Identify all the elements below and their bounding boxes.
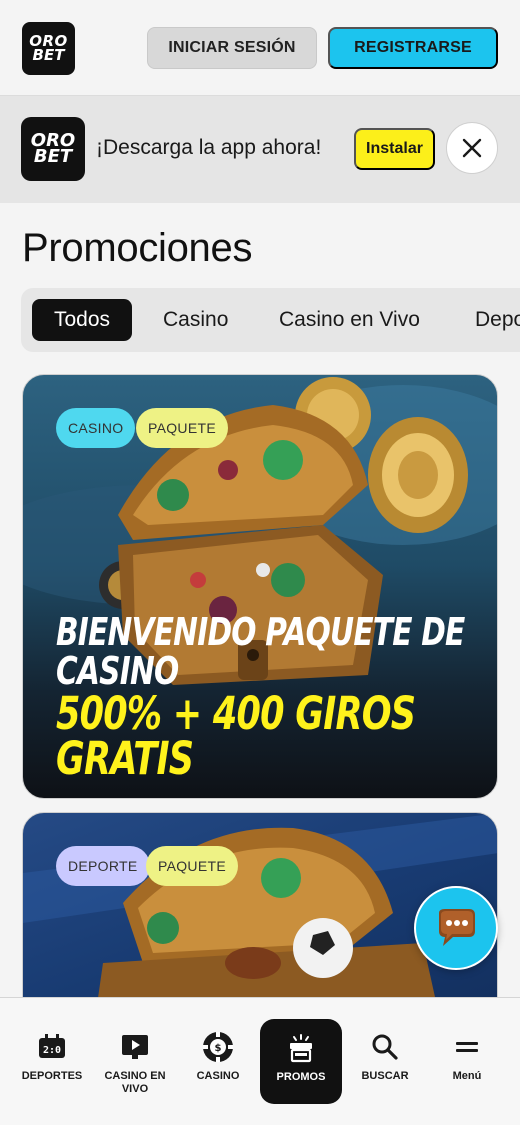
close-icon xyxy=(462,138,482,158)
promo-title: BIENVENIDO PAQUETE DE CASINO 500% + 400 … xyxy=(56,613,465,782)
login-button[interactable]: INICIAR SESIÓN xyxy=(147,27,317,69)
nav-label-menu: Menú xyxy=(452,1070,482,1082)
scoreboard-icon: 2:0 xyxy=(39,1034,65,1058)
svg-text:2:0: 2:0 xyxy=(43,1045,61,1056)
casino-chip-icon: $ xyxy=(203,1032,233,1062)
gift-icon xyxy=(290,1034,312,1063)
app-banner-text: ¡Descarga la app ahora! xyxy=(96,136,322,159)
top-header: ORO BET INICIAR SESIÓN REGISTRARSE xyxy=(0,0,520,96)
page: ORO BET INICIAR SESIÓN REGISTRARSE ORO B… xyxy=(0,0,520,1125)
install-button[interactable]: Instalar xyxy=(354,128,435,170)
promo-card-casino[interactable]: CASINO PAQUETE BIENVENIDO PAQUETE DE CAS… xyxy=(22,374,498,799)
promo-title-line2: CASINO xyxy=(56,648,179,693)
nav-casino-en-vivo[interactable]: CASINO EN VIVO xyxy=(92,998,178,1125)
tag-casino: CASINO xyxy=(56,408,136,448)
promo-offer-line2: GRATIS xyxy=(56,732,194,786)
promo-filter-tabs: Todos Casino Casino en Vivo Deportes xyxy=(21,288,520,352)
nav-promos[interactable]: PROMOS xyxy=(260,1019,342,1104)
app-logo: ORO BET xyxy=(21,117,85,181)
live-chat-button[interactable] xyxy=(414,886,498,970)
bottom-navigation: 2:0 DEPORTES CASINO EN VIVO $ CASINO PRO… xyxy=(0,997,520,1125)
search-icon xyxy=(372,1034,398,1060)
filter-tab-deportes[interactable]: Deportes xyxy=(475,299,520,341)
live-play-icon xyxy=(122,1035,148,1059)
promo-offer-line1: 500% + 400 GIROS xyxy=(56,686,416,740)
orobet-logo[interactable]: ORO BET xyxy=(22,22,75,75)
filter-tab-todos[interactable]: Todos xyxy=(32,299,133,341)
nav-casino[interactable]: $ CASINO xyxy=(175,998,261,1125)
nav-label-buscar: BUSCAR xyxy=(361,1070,409,1082)
tag-deporte: DEPORTE xyxy=(56,846,150,886)
nav-label-deportes: DEPORTES xyxy=(21,1070,83,1082)
app-logo-text-bet: BET xyxy=(33,146,73,167)
nav-label-casino: CASINO xyxy=(196,1070,240,1082)
nav-label-promos: PROMOS xyxy=(276,1071,326,1083)
promo-title-line1: BIENVENIDO PAQUETE DE xyxy=(56,610,465,654)
svg-text:$: $ xyxy=(215,1043,222,1054)
tag-paquete-2: PAQUETE xyxy=(146,846,238,886)
nav-deportes[interactable]: 2:0 DEPORTES xyxy=(9,998,95,1125)
filter-tab-casino[interactable]: Casino xyxy=(163,299,228,341)
menu-icon xyxy=(456,1042,478,1052)
filter-tab-casino-en-vivo[interactable]: Casino en Vivo xyxy=(279,299,420,341)
register-button[interactable]: REGISTRARSE xyxy=(328,27,498,69)
close-banner-button[interactable] xyxy=(446,122,498,174)
nav-menu[interactable]: Menú xyxy=(424,998,510,1125)
nav-buscar[interactable]: BUSCAR xyxy=(342,998,428,1125)
chat-bubble-icon xyxy=(439,909,475,946)
app-download-banner: ORO BET ¡Descarga la app ahora! Instalar xyxy=(0,96,520,203)
page-title: Promociones xyxy=(22,226,253,270)
nav-label-casino-en-vivo: CASINO EN VIVO xyxy=(104,1070,166,1096)
tag-paquete: PAQUETE xyxy=(136,408,228,448)
logo-text-bet: BET xyxy=(32,45,65,64)
